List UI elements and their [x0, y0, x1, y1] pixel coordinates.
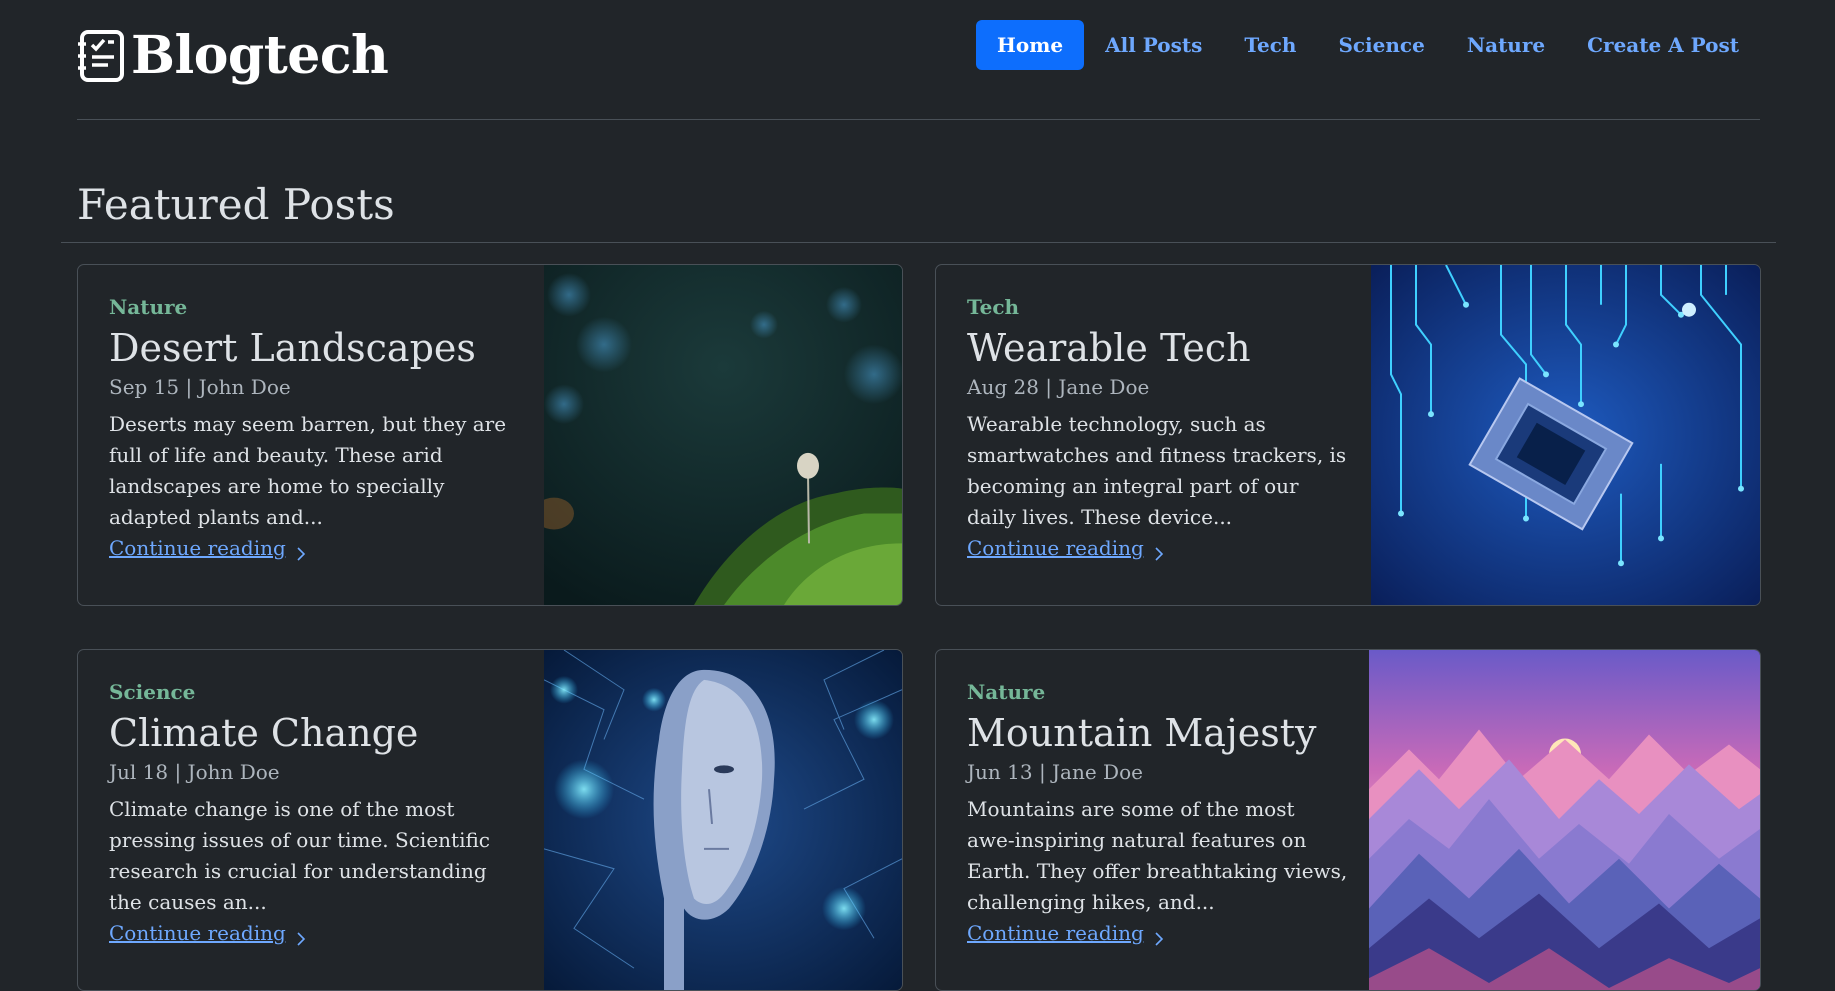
- excerpt-line: full of life and beauty. These arid: [109, 442, 443, 467]
- continue-reading-label: Continue reading: [967, 535, 1144, 560]
- post-card: Nature Desert Landscapes Sep 15 | John D…: [77, 264, 903, 606]
- nav-tech[interactable]: Tech: [1223, 20, 1317, 70]
- excerpt-line: challenging hikes, and...: [967, 889, 1215, 914]
- nav-all-posts[interactable]: All Posts: [1084, 20, 1223, 70]
- forest-mushroom-image: [544, 265, 902, 605]
- post-title: Climate Change: [109, 711, 419, 755]
- post-meta: Jun 13 | Jane Doe: [967, 759, 1143, 784]
- continue-reading-label: Continue reading: [109, 920, 286, 945]
- post-title: Desert Landscapes: [109, 326, 476, 370]
- excerpt-line: research is crucial for understanding: [109, 858, 487, 883]
- section-title: Featured Posts: [77, 180, 395, 229]
- post-category: Nature: [109, 295, 188, 319]
- site-header: Blogtech Home All Posts Tech Science Nat…: [77, 0, 1760, 120]
- post-title: Wearable Tech: [967, 326, 1251, 370]
- continue-reading-label: Continue reading: [109, 535, 286, 560]
- page-container: Blogtech Home All Posts Tech Science Nat…: [77, 0, 1761, 991]
- nav-create-post[interactable]: Create A Post: [1566, 20, 1760, 70]
- section-divider: [61, 242, 1776, 243]
- chevron-right-icon: [296, 540, 306, 561]
- excerpt-line: the causes an...: [109, 889, 267, 914]
- post-excerpt: Wearable technology, such as smartwatche…: [967, 409, 1346, 533]
- post-excerpt: Mountains are some of the most awe-inspi…: [967, 794, 1347, 918]
- excerpt-line: pressing issues of our time. Scientific: [109, 827, 491, 852]
- chevron-right-icon: [296, 925, 306, 946]
- nav-home[interactable]: Home: [976, 20, 1085, 70]
- continue-reading-link[interactable]: Continue reading: [109, 533, 306, 564]
- excerpt-line: Climate change is one of the most: [109, 796, 455, 821]
- post-card-body: Tech Wearable Tech Aug 28 | Jane Doe Wea…: [967, 295, 1346, 564]
- excerpt-line: Wearable technology, such as: [967, 411, 1266, 436]
- post-meta: Aug 28 | Jane Doe: [967, 374, 1150, 399]
- nav-nature[interactable]: Nature: [1446, 20, 1566, 70]
- post-excerpt: Climate change is one of the most pressi…: [109, 794, 490, 918]
- post-card: Science Climate Change Jul 18 | John Doe…: [77, 649, 903, 991]
- post-card-body: Science Climate Change Jul 18 | John Doe…: [109, 680, 490, 949]
- post-category: Science: [109, 680, 196, 704]
- post-category: Tech: [967, 295, 1020, 319]
- post-card-body: Nature Desert Landscapes Sep 15 | John D…: [109, 295, 506, 564]
- excerpt-line: awe-inspiring natural features on: [967, 827, 1307, 852]
- post-card-body: Nature Mountain Majesty Jun 13 | Jane Do…: [967, 680, 1347, 949]
- excerpt-line: Deserts may seem barren, but they are: [109, 411, 507, 436]
- excerpt-line: adapted plants and...: [109, 504, 323, 529]
- excerpt-line: becoming an integral part of our: [967, 473, 1299, 498]
- ai-face-image: [544, 650, 902, 990]
- post-card: Nature Mountain Majesty Jun 13 | Jane Do…: [935, 649, 1761, 991]
- circuit-chip-image: [1371, 265, 1760, 605]
- chevron-right-icon: [1154, 540, 1164, 561]
- excerpt-line: smartwatches and fitness trackers, is: [967, 442, 1347, 467]
- main-nav: Home All Posts Tech Science Nature Creat…: [976, 20, 1760, 70]
- journal-icon: [77, 28, 127, 84]
- nav-science[interactable]: Science: [1317, 20, 1445, 70]
- post-meta: Sep 15 | John Doe: [109, 374, 291, 399]
- post-category: Nature: [967, 680, 1046, 704]
- excerpt-line: landscapes are home to specially: [109, 473, 445, 498]
- excerpt-line: Mountains are some of the most: [967, 796, 1295, 821]
- post-meta: Jul 18 | John Doe: [109, 759, 280, 784]
- brand-name: Blogtech: [131, 25, 389, 86]
- continue-reading-link[interactable]: Continue reading: [967, 918, 1164, 949]
- chevron-right-icon: [1154, 925, 1164, 946]
- brand-logo[interactable]: Blogtech: [77, 25, 389, 86]
- post-title: Mountain Majesty: [967, 711, 1317, 755]
- excerpt-line: daily lives. These device...: [967, 504, 1233, 529]
- continue-reading-label: Continue reading: [967, 920, 1144, 945]
- continue-reading-link[interactable]: Continue reading: [109, 918, 306, 949]
- post-card: Tech Wearable Tech Aug 28 | Jane Doe Wea…: [935, 264, 1761, 606]
- mountain-sunset-image: [1369, 650, 1760, 990]
- post-excerpt: Deserts may seem barren, but they are fu…: [109, 409, 506, 533]
- continue-reading-link[interactable]: Continue reading: [967, 533, 1164, 564]
- excerpt-line: Earth. They offer breathtaking views,: [967, 858, 1348, 883]
